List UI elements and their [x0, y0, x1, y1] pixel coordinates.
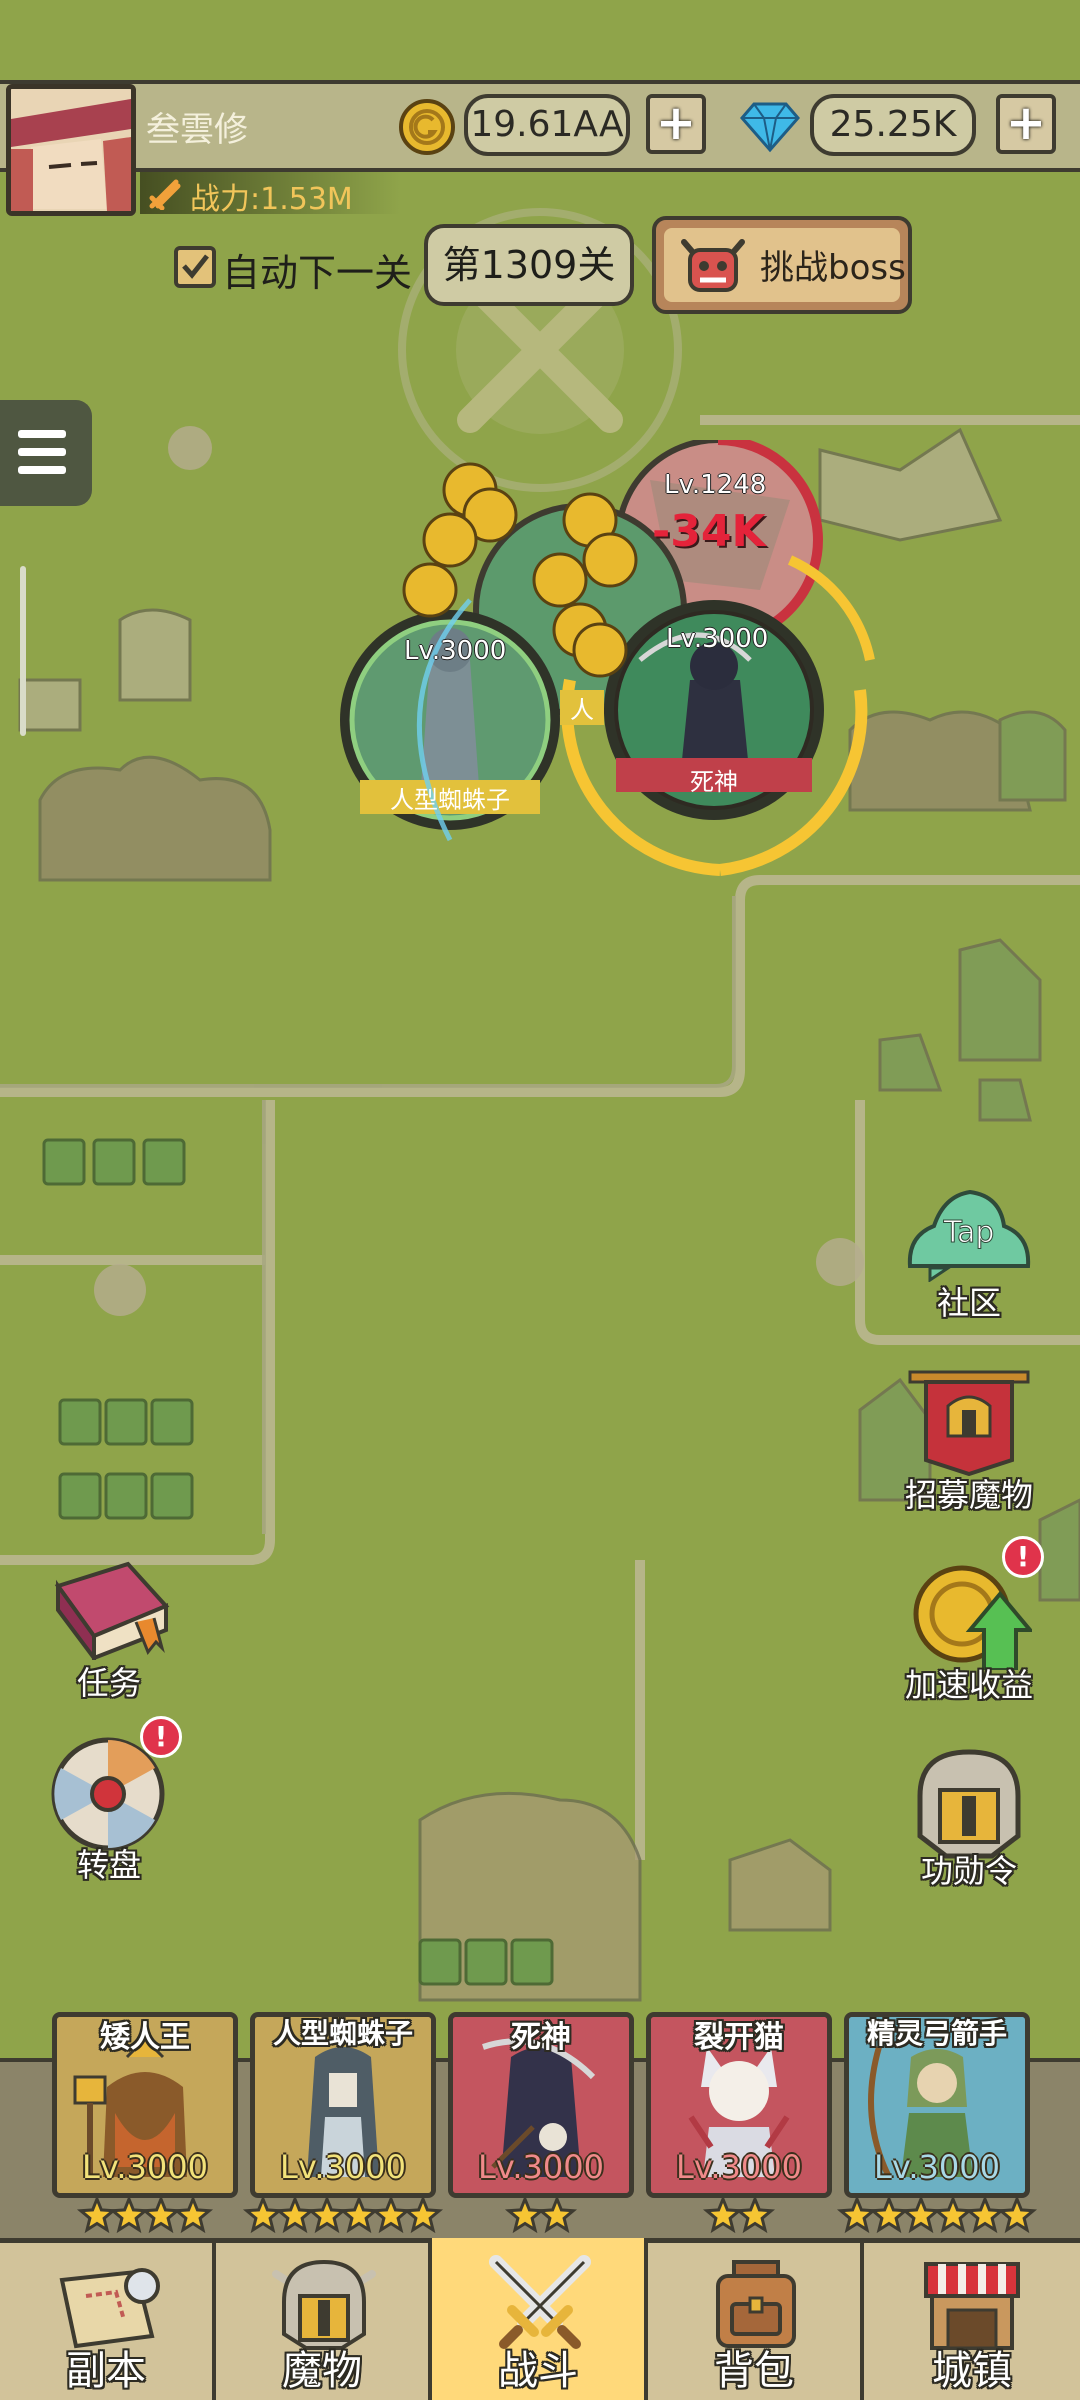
battle-scene [340, 440, 875, 876]
nav-tab-monsters[interactable]: 魔物 [216, 2238, 432, 2400]
middle-unit-name: 人 [560, 690, 604, 725]
player-name: 叁雲修 [146, 110, 248, 150]
hero-name-split-cat: 裂开猫 [694, 2020, 784, 2055]
damage-number: -34K [652, 506, 766, 557]
lucky-wheel-button[interactable]: ! 转盘 [24, 1716, 194, 1886]
crossed-swords-icon [489, 2255, 591, 2349]
wheel-label: 转盘 [76, 1846, 141, 1884]
hero-level-elf-archer: Lv.3000 [874, 2148, 1000, 2186]
hero-name-elf-archer: 精灵弓箭手 [866, 2017, 1007, 2050]
hero-name-reaper: 死神 [511, 2020, 571, 2055]
spider-unit-level: Lv.3000 [404, 636, 507, 666]
checkmark-icon [182, 254, 209, 279]
boost-label: 加速收益 [904, 1666, 1033, 1704]
gold-boost-icon [913, 1565, 1032, 1670]
star-icon [836, 2196, 878, 2234]
reaper-unit-level: Lv.3000 [666, 624, 769, 654]
nav-tab-dungeon[interactable]: 副本 [0, 2238, 216, 2400]
tap-icon-text: Tap [943, 1215, 995, 1250]
gem-amount: 25.25K [810, 94, 976, 156]
spider-unit-name: 人型蜘蛛子 [390, 786, 510, 814]
nav-label-backpack: 背包 [714, 2348, 794, 2394]
community-button[interactable]: Tap 社区 [884, 1186, 1054, 1326]
recruit-banner-icon [908, 1370, 1030, 1476]
add-gold-button[interactable]: + [646, 94, 706, 154]
diamond-gem-icon [740, 102, 800, 153]
auto-next-checkbox[interactable] [174, 246, 216, 288]
star-icon [932, 2196, 974, 2234]
quest-label: 任务 [76, 1664, 141, 1702]
star-rating-elf-archer [836, 2196, 1038, 2234]
hero-name-dwarf-king: 矮人王 [100, 2020, 190, 2055]
quest-book-icon [54, 1561, 170, 1660]
stage-number: 第1309关 [424, 224, 634, 306]
enemy-level: Lv.1248 [664, 470, 767, 500]
star-icon [996, 2196, 1038, 2234]
merit-order-button[interactable]: 功勋令 [884, 1746, 1054, 1896]
wheel-alert-badge: ! [140, 1716, 182, 1758]
recruit-label: 招募魔物 [904, 1476, 1033, 1514]
merit-label: 功勋令 [920, 1852, 1017, 1890]
nav-label-town: 城镇 [932, 2348, 1012, 2394]
star-icon [900, 2196, 942, 2234]
nav-tab-backpack[interactable]: 背包 [648, 2238, 864, 2400]
challenge-boss-button[interactable]: 挑战boss [652, 216, 912, 314]
auto-next-label: 自动下一关 [222, 251, 413, 295]
knight-helmet-icon [272, 2259, 376, 2350]
hero-level-reaper: Lv.3000 [478, 2148, 604, 2186]
combat-power: 战力:1.53M [190, 182, 353, 217]
nav-tab-battle[interactable]: 战斗 [432, 2238, 648, 2400]
gold-amount: 19.61AA [464, 94, 630, 156]
star-icon [868, 2196, 910, 2234]
boss-button-label: 挑战boss [760, 248, 906, 288]
player-avatar[interactable] [6, 84, 136, 216]
star-icon [964, 2196, 1006, 2234]
hero-level-dwarf-king: Lv.3000 [82, 2148, 208, 2186]
scroll-indicator [20, 566, 26, 736]
nav-label-monsters: 魔物 [282, 2348, 362, 2394]
add-gems-button[interactable]: + [996, 94, 1056, 154]
nav-label-battle: 战斗 [498, 2348, 578, 2394]
community-label: 社区 [936, 1284, 1001, 1322]
tap-mountain-icon: Tap [907, 1189, 1031, 1282]
combat-power-icon [149, 179, 181, 210]
hero-name-spider: 人型蜘蛛子 [272, 2017, 413, 2050]
boost-alert-badge: ! [1002, 1536, 1044, 1578]
hero-level-split-cat: Lv.3000 [676, 2148, 802, 2186]
hamburger-menu-icon [18, 430, 66, 474]
speed-up-income-button[interactable]: ! 加速收益 [884, 1536, 1054, 1706]
demon-skull-icon [681, 239, 745, 292]
hero-level-spider: Lv.3000 [280, 2148, 406, 2186]
menu-button[interactable] [0, 400, 92, 506]
gold-coin-icon [399, 99, 455, 155]
recruit-monsters-button[interactable]: 招募魔物 [884, 1366, 1054, 1516]
nav-label-dungeon: 副本 [66, 2348, 146, 2394]
quest-button[interactable]: 任务 [24, 1556, 194, 1706]
nav-tab-town[interactable]: 城镇 [864, 2238, 1080, 2400]
helmet-icon [917, 1749, 1021, 1859]
reaper-unit-name: 死神 [690, 768, 738, 796]
backpack-icon [716, 2260, 796, 2348]
